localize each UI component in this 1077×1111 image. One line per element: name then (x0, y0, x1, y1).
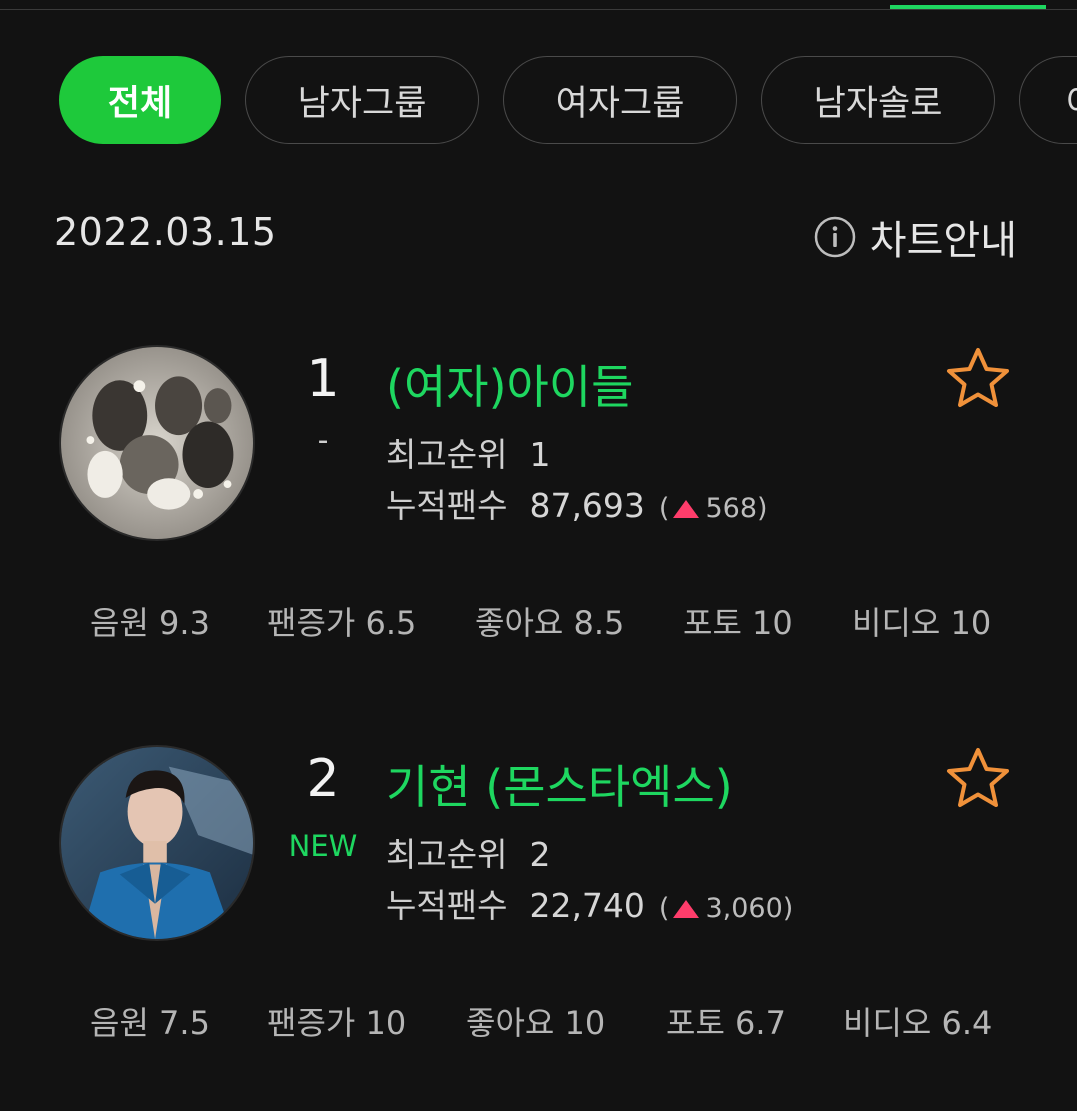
fan-count-value: 22,740 (529, 886, 645, 925)
fan-count-label: 누적팬수 (386, 486, 508, 525)
score-likes: 좋아요 8.5 (475, 604, 625, 642)
artist-name[interactable]: (여자)아이들 (386, 351, 634, 417)
fan-delta-value: 568 (705, 493, 758, 524)
rank-change: - (317, 423, 329, 458)
info-icon (814, 216, 856, 258)
favorite-star-icon[interactable] (944, 745, 1012, 813)
filter-chip-female-solo[interactable]: 여 (1019, 56, 1077, 144)
filter-chip-all[interactable]: 전체 (59, 56, 221, 144)
rank-number: 2 (306, 749, 340, 809)
tab-divider (0, 9, 1077, 10)
score-video: 비디오 6.4 (843, 1004, 993, 1042)
chart-entry[interactable]: 2 NEW 기현 (몬스타엑스) 최고순위 2 누적팬수 22,740 ( 3,… (0, 745, 1077, 1045)
up-triangle-icon (673, 899, 700, 918)
fan-delta-close: ) (757, 493, 768, 524)
best-rank-value: 2 (529, 835, 551, 874)
score-likes: 좋아요 10 (466, 1004, 606, 1042)
fan-count-row: 누적팬수 87,693 ( 568 ) (386, 479, 768, 527)
artist-avatar[interactable] (59, 745, 255, 941)
chart-guide-button[interactable]: 차트안내 (814, 208, 1017, 266)
best-rank-value: 1 (529, 435, 551, 474)
score-music: 음원 7.5 (90, 1004, 210, 1042)
score-photo: 포토 10 (683, 604, 793, 642)
rank-change: NEW (288, 829, 358, 863)
filter-chip-male-group[interactable]: 남자그룹 (245, 56, 479, 144)
score-video: 비디오 10 (852, 604, 992, 642)
fan-count-row: 누적팬수 22,740 ( 3,060 ) (386, 879, 793, 927)
best-rank-row: 최고순위 2 (386, 828, 550, 876)
filter-chip-male-solo[interactable]: 남자솔로 (761, 56, 995, 144)
active-tab-indicator (890, 5, 1046, 9)
score-breakdown: 음원 9.3 팬증가 6.5 좋아요 8.5 포토 10 비디오 10 (0, 598, 1077, 642)
best-rank-label: 최고순위 (386, 435, 508, 474)
rank-number: 1 (306, 349, 340, 409)
score-breakdown: 음원 7.5 팬증가 10 좋아요 10 포토 6.7 비디오 6.4 (0, 998, 1077, 1042)
fan-count-value: 87,693 (529, 486, 645, 525)
fan-delta: ( 568 ) (659, 493, 768, 524)
fan-delta-close: ) (782, 893, 794, 924)
chart-entry[interactable]: 1 - (여자)아이들 최고순위 1 누적팬수 87,693 ( 568 ) 음… (0, 345, 1077, 645)
chart-page: 전체 남자그룹 여자그룹 남자솔로 여 2022.03.15 차트안내 (0, 0, 1077, 1111)
fan-count-label: 누적팬수 (386, 886, 508, 925)
favorite-star-icon[interactable] (944, 345, 1012, 413)
best-rank-row: 최고순위 1 (386, 428, 550, 476)
score-fan-growth: 팬증가 10 (267, 1004, 407, 1042)
up-triangle-icon (673, 499, 700, 518)
artist-name[interactable]: 기현 (몬스타엑스) (386, 751, 733, 817)
fan-delta-value: 3,060 (705, 893, 783, 924)
fan-delta: ( 3,060 ) (659, 893, 793, 924)
fan-delta-open: ( (658, 893, 670, 924)
artist-avatar[interactable] (59, 345, 255, 541)
category-filter-bar: 전체 남자그룹 여자그룹 남자솔로 여 (59, 56, 1077, 146)
fan-delta-open: ( (658, 493, 670, 524)
chart-guide-label: 차트안내 (869, 218, 1017, 264)
best-rank-label: 최고순위 (386, 835, 508, 874)
filter-chip-female-group[interactable]: 여자그룹 (503, 56, 737, 144)
score-music: 음원 9.3 (90, 604, 210, 642)
score-fan-growth: 팬증가 6.5 (267, 604, 417, 642)
score-photo: 포토 6.7 (666, 1004, 786, 1042)
chart-date: 2022.03.15 (54, 210, 277, 254)
